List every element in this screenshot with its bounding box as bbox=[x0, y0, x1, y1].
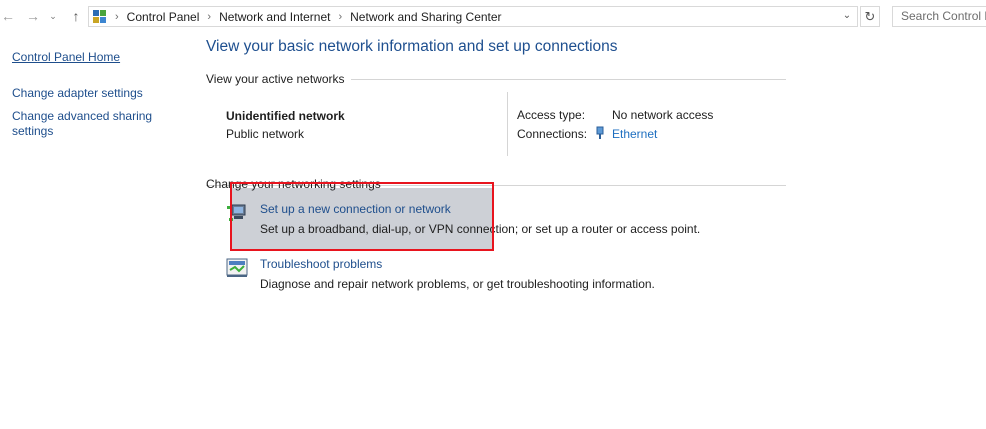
chevron-down-icon[interactable]: ⌄ bbox=[838, 6, 856, 27]
troubleshoot-icon bbox=[226, 258, 248, 277]
control-panel-icon bbox=[93, 9, 107, 24]
access-type-label: Access type: bbox=[517, 108, 586, 122]
breadcrumb-separator-icon: › bbox=[115, 10, 119, 23]
refresh-icon[interactable]: ↻ bbox=[860, 6, 880, 27]
address-bar[interactable]: › Control Panel › Network and Internet ›… bbox=[88, 6, 858, 27]
page-title: View your basic network information and … bbox=[206, 38, 618, 55]
access-type-value: No network access bbox=[612, 108, 714, 122]
troubleshoot-description: Diagnose and repair network problems, or… bbox=[260, 277, 655, 291]
breadcrumb-network-sharing-center[interactable]: Network and Sharing Center bbox=[350, 10, 501, 24]
active-networks-heading: View your active networks bbox=[206, 72, 351, 86]
sidebar-item-change-advanced-sharing[interactable]: Change advanced sharing bbox=[12, 109, 152, 124]
network-name: Unidentified network bbox=[226, 109, 345, 123]
sidebar-item-control-panel-home[interactable]: Control Panel Home bbox=[12, 50, 120, 65]
recent-locations-icon[interactable]: ⌄ bbox=[45, 7, 61, 25]
breadcrumb-network-internet[interactable]: Network and Internet bbox=[219, 10, 330, 24]
ethernet-link[interactable]: Ethernet bbox=[612, 127, 657, 141]
search-input[interactable]: Search Control P bbox=[892, 6, 986, 27]
breadcrumb-separator-icon: › bbox=[338, 10, 343, 23]
network-type[interactable]: Public network bbox=[226, 127, 304, 141]
ethernet-icon bbox=[596, 126, 604, 140]
vertical-divider bbox=[507, 92, 508, 156]
sidebar-item-change-advanced-sharing-2[interactable]: settings bbox=[12, 124, 53, 139]
sidebar-item-change-adapter-settings[interactable]: Change adapter settings bbox=[12, 86, 143, 101]
annotation-box bbox=[230, 182, 494, 251]
up-arrow-icon[interactable]: ↑ bbox=[68, 7, 84, 25]
back-arrow-icon[interactable]: ← bbox=[0, 7, 16, 25]
forward-arrow-icon[interactable]: → bbox=[25, 7, 41, 25]
breadcrumb-separator-icon: › bbox=[207, 10, 212, 23]
breadcrumb-control-panel[interactable]: Control Panel bbox=[127, 10, 200, 24]
connections-label: Connections: bbox=[517, 127, 588, 141]
troubleshoot-problems-link[interactable]: Troubleshoot problems bbox=[260, 257, 382, 271]
